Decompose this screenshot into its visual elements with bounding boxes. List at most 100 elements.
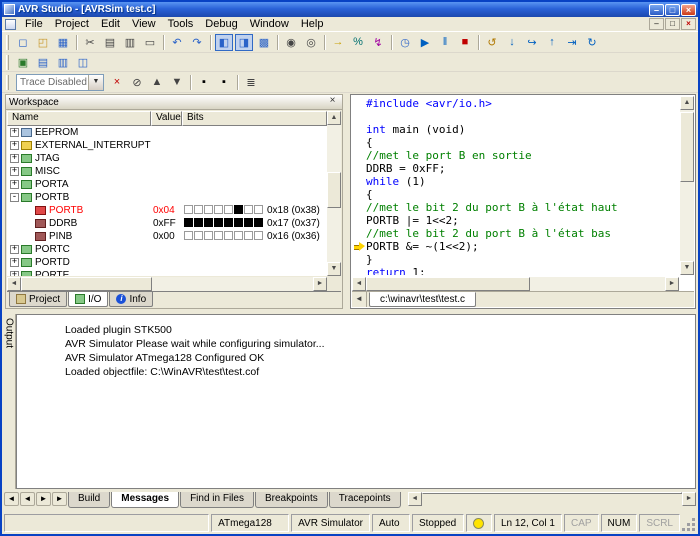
tree-row[interactable]: +PORTC bbox=[7, 243, 327, 256]
bit-checkbox[interactable] bbox=[244, 218, 253, 227]
code-line[interactable]: return 1; bbox=[353, 266, 679, 275]
scrollbar-track[interactable] bbox=[21, 277, 313, 291]
minimize-icon[interactable]: – bbox=[649, 4, 664, 16]
column-header-value[interactable]: Value bbox=[151, 111, 182, 126]
toolbar-grip[interactable] bbox=[6, 75, 9, 90]
chevron-down-icon[interactable]: ▼ bbox=[88, 75, 103, 90]
bit-checkbox[interactable] bbox=[234, 231, 243, 240]
expand-icon[interactable]: + bbox=[10, 141, 19, 150]
redo-icon[interactable]: ↷ bbox=[188, 34, 206, 51]
menu-project[interactable]: Project bbox=[49, 18, 95, 30]
tree-row[interactable]: DDRB0xFF0x17 (0x37) bbox=[7, 217, 327, 230]
scroll-left-icon[interactable]: ◄ bbox=[408, 492, 422, 506]
menu-view[interactable]: View bbox=[126, 18, 162, 30]
bit-checkbox[interactable] bbox=[194, 231, 203, 240]
close-icon[interactable]: × bbox=[326, 96, 339, 108]
code-line[interactable]: //met le port B en sortie bbox=[353, 149, 679, 162]
column-header-bits[interactable]: Bits bbox=[182, 111, 327, 126]
tree-row[interactable]: +EEPROM bbox=[7, 126, 327, 139]
tree-row[interactable]: PORTB0x040x18 (0x38) bbox=[7, 204, 327, 217]
workspace-header[interactable]: Workspace × bbox=[6, 95, 342, 110]
bit-checkbox[interactable] bbox=[244, 205, 253, 214]
bit-checkbox[interactable] bbox=[224, 231, 233, 240]
collapse-icon[interactable]: - bbox=[10, 193, 19, 202]
tree-row[interactable]: +PORTA bbox=[7, 178, 327, 191]
scrollbar-thumb[interactable] bbox=[21, 277, 152, 291]
title-bar[interactable]: AVR Studio - [AVRSim test.c] –□× bbox=[2, 2, 698, 17]
code-line[interactable]: while (1) bbox=[353, 175, 679, 188]
mdi-restore-icon[interactable]: □ bbox=[665, 18, 680, 30]
paste-icon[interactable]: ▥ bbox=[121, 34, 139, 51]
output-pane[interactable]: Loaded plugin STK500AVR Simulator Please… bbox=[16, 314, 696, 489]
bit-checkbox[interactable] bbox=[204, 205, 213, 214]
code-line[interactable]: #include <avr/io.h> bbox=[353, 97, 679, 110]
watch-window-icon[interactable]: ◫ bbox=[74, 54, 92, 71]
bit-checkbox[interactable] bbox=[244, 231, 253, 240]
memory-window-icon[interactable]: ▤ bbox=[34, 54, 52, 71]
run-icon[interactable]: ▶ bbox=[416, 34, 434, 51]
code-line[interactable]: int main (void) bbox=[353, 123, 679, 136]
bit-checkbox[interactable] bbox=[184, 205, 193, 214]
code-area[interactable]: #include <avr/io.h>int main (void){//met… bbox=[353, 97, 679, 275]
save-icon[interactable]: ▦ bbox=[54, 34, 72, 51]
tab-scroll-first-icon[interactable]: ◄ bbox=[4, 492, 19, 506]
workspace-horizontal-scrollbar[interactable]: ◄ ► bbox=[7, 277, 327, 291]
scrollbar-track[interactable] bbox=[327, 125, 341, 262]
scroll-left-icon[interactable]: ◄ bbox=[7, 277, 21, 291]
tab-tracepoints[interactable]: Tracepoints bbox=[329, 492, 401, 508]
scroll-down-icon[interactable]: ▼ bbox=[327, 262, 341, 276]
maximize-icon[interactable]: □ bbox=[665, 4, 680, 16]
close-icon[interactable]: × bbox=[681, 4, 696, 16]
code-line[interactable]: //met le bit 2 du port B à l'état haut bbox=[353, 201, 679, 214]
bit-checkbox[interactable] bbox=[214, 205, 223, 214]
print-icon[interactable]: ▭ bbox=[141, 34, 159, 51]
scrollbar-thumb[interactable] bbox=[680, 112, 694, 182]
remove-trace-icon[interactable]: ⊘ bbox=[128, 74, 146, 91]
move-up-icon[interactable]: ▲ bbox=[148, 74, 166, 91]
bit-checkbox[interactable] bbox=[204, 218, 213, 227]
register-window-icon[interactable]: ▥ bbox=[54, 54, 72, 71]
bit-checkbox[interactable] bbox=[204, 231, 213, 240]
go-icon[interactable]: → bbox=[329, 34, 347, 51]
scrollbar-track[interactable] bbox=[422, 492, 682, 506]
tab-scroll-last-icon[interactable]: ► bbox=[52, 492, 67, 506]
cascade-windows-icon[interactable]: ▩ bbox=[255, 34, 273, 51]
tree-row[interactable]: +JTAG bbox=[7, 152, 327, 165]
expand-icon[interactable]: + bbox=[10, 128, 19, 137]
stack-monitor-icon[interactable]: ≣ bbox=[242, 74, 260, 91]
avr-device-icon[interactable]: ▪ bbox=[195, 74, 213, 91]
expand-icon[interactable]: + bbox=[10, 154, 19, 163]
tab-scroll-prev-icon[interactable]: ◄ bbox=[20, 492, 35, 506]
scrollbar-track[interactable] bbox=[680, 110, 694, 261]
step-over-icon[interactable]: ↪ bbox=[523, 34, 541, 51]
expand-icon[interactable]: + bbox=[10, 271, 19, 276]
copy-icon[interactable]: ▤ bbox=[101, 34, 119, 51]
menu-window[interactable]: Window bbox=[244, 18, 295, 30]
scroll-right-icon[interactable]: ► bbox=[313, 277, 327, 291]
scroll-down-icon[interactable]: ▼ bbox=[680, 261, 694, 275]
expand-icon[interactable]: + bbox=[10, 258, 19, 267]
workspace-vertical-scrollbar[interactable]: ▲ ▼ bbox=[327, 111, 341, 276]
step-into-icon[interactable]: ↓ bbox=[503, 34, 521, 51]
toolbar-grip[interactable] bbox=[6, 55, 9, 70]
scrollbar-thumb[interactable] bbox=[327, 172, 341, 208]
bit-checkbox[interactable] bbox=[184, 231, 193, 240]
bit-checkbox[interactable] bbox=[214, 231, 223, 240]
watch-icon[interactable]: ◷ bbox=[396, 34, 414, 51]
io-window-icon[interactable]: ▣ bbox=[14, 54, 32, 71]
bit-checkbox[interactable] bbox=[214, 218, 223, 227]
tree-row[interactable]: PINB0x000x16 (0x36) bbox=[7, 230, 327, 243]
scroll-left-icon[interactable]: ◄ bbox=[352, 277, 366, 291]
code-line[interactable]: { bbox=[353, 188, 679, 201]
scrollbar-thumb[interactable] bbox=[366, 277, 530, 291]
stop-icon[interactable]: ■ bbox=[456, 34, 474, 51]
code-line[interactable] bbox=[353, 110, 679, 123]
column-header-name[interactable]: Name bbox=[7, 111, 151, 126]
open-icon[interactable]: ◰ bbox=[34, 34, 52, 51]
tree-row[interactable]: +EXTERNAL_INTERRUPT bbox=[7, 139, 327, 152]
menu-edit[interactable]: Edit bbox=[95, 18, 126, 30]
reset-icon[interactable]: ↺ bbox=[483, 34, 501, 51]
bit-checkbox[interactable] bbox=[224, 205, 233, 214]
percent-icon[interactable]: % bbox=[349, 34, 367, 51]
mdi-minimize-icon[interactable]: – bbox=[649, 18, 664, 30]
